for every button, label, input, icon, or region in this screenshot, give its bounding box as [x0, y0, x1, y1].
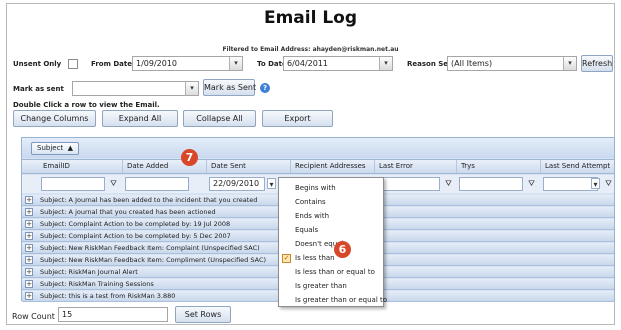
filter-date-sent-input[interactable]: 22/09/2010 [209, 177, 265, 191]
filter-funnel-icon[interactable]: ⛛ [109, 178, 118, 189]
reason-sent-value: (All Items) [451, 59, 493, 68]
menu-item-equals[interactable]: Equals [279, 224, 383, 237]
page-title: Email Log [263, 8, 358, 28]
filter-date-sent-value: 22/09/2010 [213, 179, 260, 188]
column-header-trys[interactable]: Trys [457, 160, 541, 173]
email-log-window: Email Log Filtered to Email Address: aha… [6, 3, 615, 325]
menu-item-contains[interactable]: Contains [279, 196, 383, 209]
filter-emailid-input[interactable] [41, 177, 105, 191]
help-icon[interactable]: ? [260, 83, 270, 93]
reason-sent-dropdown-icon[interactable]: ▾ [563, 57, 576, 70]
to-date-value: 6/04/2011 [287, 59, 329, 68]
check-icon: ✓ [282, 254, 291, 263]
filter-date-added-input[interactable] [125, 177, 189, 191]
mark-as-sent-label: Mark as sent [13, 85, 64, 93]
mark-as-sent-button[interactable]: Mark as Sent [203, 79, 256, 96]
expand-icon[interactable]: + [25, 208, 33, 216]
menu-item-is-less-than-or-equal[interactable]: Is less than or equal to [279, 266, 383, 279]
expand-icon[interactable]: + [25, 196, 33, 204]
page-subtitle: Filtered to Email Address: ahayden@riskm… [222, 46, 399, 53]
grid-header: EmailID Date Added Date Sent Recipient A… [22, 159, 614, 174]
group-by-panel: Subject ▲ [22, 138, 614, 158]
group-chip-label: Subject [37, 144, 64, 152]
menu-item-is-less-than[interactable]: ✓ Is less than [279, 252, 383, 265]
change-columns-button[interactable]: Change Columns [13, 110, 96, 127]
refresh-button[interactable]: Refresh [581, 55, 613, 72]
column-header-recipient-addresses[interactable]: Recipient Addresses [291, 160, 375, 173]
row-count-input[interactable]: 15 [58, 307, 168, 322]
expand-icon[interactable]: + [25, 232, 33, 240]
from-date-label: From Date [91, 60, 132, 68]
row-count-label: Row Count [12, 312, 55, 321]
filter-funnel-icon[interactable]: ⛛ [604, 178, 613, 189]
column-header-emailid[interactable]: EmailID [39, 160, 123, 173]
sort-ascending-icon: ▲ [65, 144, 74, 152]
step-6-badge: 6 [334, 241, 351, 258]
expand-icon[interactable]: + [25, 220, 33, 228]
unsent-only-checkbox[interactable] [68, 59, 78, 69]
mark-as-sent-dropdown-icon[interactable]: ▾ [185, 82, 198, 95]
from-date-field[interactable]: 1/09/2010 ▾ [132, 56, 243, 71]
menu-item-begins-with[interactable]: Begins with [279, 182, 383, 195]
expand-icon[interactable]: + [25, 244, 33, 252]
filter-last-error-input[interactable] [377, 177, 440, 191]
menu-item-is-greater-than[interactable]: Is greater than [279, 280, 383, 293]
filter-last-send-input[interactable] [543, 177, 598, 191]
to-date-dropdown-icon[interactable]: ▾ [379, 57, 392, 70]
filter-funnel-icon[interactable]: ⛛ [527, 178, 536, 189]
to-date-field[interactable]: 6/04/2011 ▾ [283, 56, 393, 71]
filter-last-send-dropdown-icon[interactable]: ▾ [591, 178, 600, 189]
menu-item-is-less-than-label: Is less than [295, 254, 335, 262]
export-button[interactable]: Export [262, 110, 333, 127]
group-chip-subject[interactable]: Subject ▲ [31, 142, 80, 155]
step-7-badge: 7 [181, 149, 198, 166]
column-header-last-error[interactable]: Last Error [375, 160, 457, 173]
filter-funnel-icon[interactable]: ⛛ [444, 178, 453, 189]
filter-date-sent-dropdown-icon[interactable]: ▾ [267, 178, 276, 189]
mark-as-sent-select[interactable]: ▾ [72, 81, 199, 96]
collapse-all-button[interactable]: Collapse All [183, 110, 256, 127]
unsent-only-label: Unsent Only [13, 60, 62, 68]
expand-icon[interactable]: + [25, 280, 33, 288]
menu-item-doesnt-equal[interactable]: Doesn't equal [279, 238, 383, 251]
menu-item-ends-with[interactable]: Ends with [279, 210, 383, 223]
expand-icon[interactable]: + [25, 256, 33, 264]
filter-condition-menu: Begins with Contains Ends with Equals Do… [278, 177, 387, 307]
expand-icon[interactable]: + [25, 268, 33, 276]
expand-icon[interactable]: + [25, 292, 33, 300]
double-click-hint: Double Click a row to view the Email. [13, 101, 160, 109]
column-header-last-send-attempt[interactable]: Last Send Attempt [541, 160, 616, 173]
from-date-dropdown-icon[interactable]: ▾ [229, 57, 242, 70]
menu-item-is-greater-than-or-equal[interactable]: Is greater than or equal to [279, 294, 387, 307]
set-rows-button[interactable]: Set Rows [175, 306, 231, 323]
expand-all-button[interactable]: Expand All [102, 110, 178, 127]
column-header-date-sent[interactable]: Date Sent [207, 160, 291, 173]
filter-trys-input[interactable] [459, 177, 523, 191]
from-date-value: 1/09/2010 [136, 59, 178, 68]
reason-sent-select[interactable]: (All Items) ▾ [447, 56, 577, 71]
